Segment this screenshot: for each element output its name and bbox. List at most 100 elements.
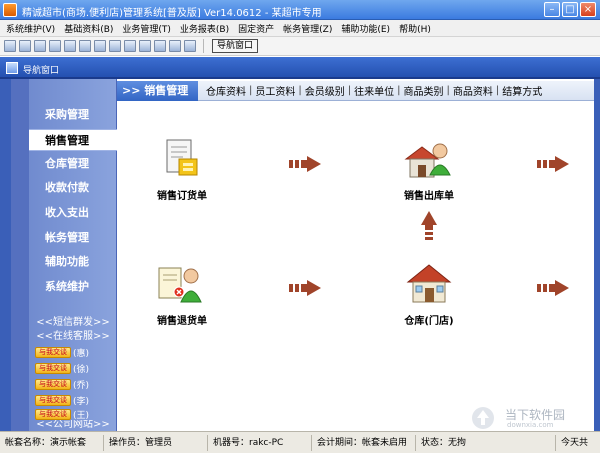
sms-link[interactable]: <<短信群发>> [29, 313, 117, 328]
qq-contact[interactable]: 与我交谈 (惠) [35, 345, 89, 359]
sidebar-item-system[interactable]: 系统维护 [29, 276, 117, 298]
link-separator: | [249, 85, 253, 96]
link-warehouse-data[interactable]: 仓库资料 [206, 83, 246, 98]
menu-business[interactable]: 业务管理(T) [122, 22, 171, 35]
window-title: 精诚超市(商场.便利店)管理系统[普及版] Ver14.0612 - 某超市专用 [22, 8, 322, 19]
quick-links-bar: 仓库资料 | 员工资料 | 会员级别 | 往来单位 | 商品类别 | 商品资料 … [198, 81, 594, 101]
arrow-right-icon [289, 280, 321, 296]
nav-window-button[interactable]: 导航窗口 [212, 39, 259, 53]
toolbar-new-icon[interactable] [4, 40, 16, 52]
watermark-subtitle: downxia.com [507, 421, 554, 429]
sales-order-label: 销售订货单 [157, 191, 207, 202]
qq-chat-icon: 与我交谈 [35, 362, 71, 374]
toolbar-help-icon[interactable] [169, 40, 181, 52]
link-employee-data[interactable]: 员工资料 [255, 83, 295, 98]
menu-auxiliary[interactable]: 辅助功能(E) [341, 22, 390, 35]
link-separator: | [397, 85, 401, 96]
qq-contact[interactable]: 与我交谈 (乔) [35, 377, 89, 391]
link-settlement[interactable]: 结算方式 [502, 83, 542, 98]
nav-window-header: 导航窗口 [0, 57, 600, 79]
toolbar-exit-icon[interactable] [184, 40, 196, 52]
sidebar-item-income[interactable]: 收入支出 [29, 202, 117, 224]
sales-outbound-label: 销售出库单 [404, 191, 454, 202]
sidebar-item-payments[interactable]: 收款付款 [29, 177, 117, 199]
module-sales-return[interactable]: 销售退货单 [142, 262, 222, 327]
menu-fixed-assets[interactable]: 固定资产 [238, 22, 274, 35]
link-product-data[interactable]: 商品资料 [453, 83, 493, 98]
qq-contact[interactable]: 与我交谈 (李) [35, 393, 89, 407]
sales-order-icon [166, 139, 198, 176]
link-partners[interactable]: 往来单位 [354, 83, 394, 98]
sidebar-item-sales[interactable]: 销售管理 [29, 129, 117, 151]
qq-contact[interactable]: 与我交谈 (徐) [35, 361, 89, 375]
link-separator: | [347, 85, 352, 96]
toolbar-users-icon[interactable] [94, 40, 106, 52]
status-bar: 帐套名称：演示帐套 操作员：管理员 机器号：rakc-PC 会计期间：帐套未启用… [0, 431, 600, 453]
status-period: 会计期间：帐套未启用 [312, 434, 416, 451]
status-today: 今天共 [561, 437, 589, 448]
qq-contact-name: (王) [73, 410, 90, 421]
watermark-logo-icon [472, 407, 494, 429]
sidebar-strip [11, 79, 29, 431]
toolbar-edit-icon[interactable] [64, 40, 76, 52]
module-sales-order[interactable]: 销售订货单 [142, 137, 222, 202]
link-separator: | [446, 85, 450, 96]
maximize-button[interactable]: □ [562, 2, 578, 17]
toolbar-report-icon[interactable] [109, 40, 121, 52]
qq-chat-icon: 与我交谈 [35, 378, 71, 390]
toolbar-save-icon[interactable] [139, 40, 151, 52]
qq-contact[interactable]: 与我交谈 (王) [35, 407, 89, 421]
toolbar-transfer-icon[interactable] [79, 40, 91, 52]
nav-window-icon [6, 62, 18, 74]
toolbar-separator [203, 39, 204, 53]
warehouse-icon [406, 264, 452, 303]
menu-help[interactable]: 帮助(H) [399, 22, 431, 35]
toolbar-document-icon[interactable] [49, 40, 61, 52]
arrow-right-icon [537, 280, 569, 296]
sidebar-item-auxiliary[interactable]: 辅助功能 [29, 251, 117, 273]
status-operator: 操作员：管理员 [104, 434, 208, 451]
link-product-category[interactable]: 商品类别 [404, 83, 444, 98]
online-service-link[interactable]: <<在线客服>> [29, 327, 117, 342]
toolbar-window-icon[interactable] [34, 40, 46, 52]
module-warehouse[interactable]: 仓库(门店) [389, 262, 469, 327]
menu-bar: 系统维护(V) 基础资料(B) 业务管理(T) 业务报表(B) 固定资产 帐务管… [0, 20, 600, 37]
status-state: 状态：无拘 [416, 434, 556, 451]
toolbar: 导航窗口 [0, 37, 600, 56]
sales-return-label: 销售退货单 [157, 316, 207, 327]
toolbar-print-icon[interactable] [154, 40, 166, 52]
sales-return-icon [158, 267, 202, 303]
status-account: 帐套名称：演示帐套 [0, 434, 104, 451]
sidebar-item-warehouse[interactable]: 仓库管理 [29, 153, 117, 175]
company-site-link[interactable]: <<公司网站>> [29, 420, 117, 431]
watermark: 当下软件园 downxia.com [467, 406, 587, 430]
sidebar: 采购管理 销售管理 仓库管理 收款付款 收入支出 帐务管理 辅助功能 系统维护 … [11, 79, 117, 431]
minimize-button[interactable]: – [544, 2, 560, 17]
app-icon [3, 3, 17, 17]
menu-reports[interactable]: 业务报表(B) [180, 22, 229, 35]
menu-basic-data[interactable]: 基础资料(B) [64, 22, 113, 35]
title-bar: 精诚超市(商场.便利店)管理系统[普及版] Ver14.0612 - 某超市专用… [0, 0, 600, 20]
module-sales-outbound[interactable]: 销售出库单 [389, 137, 469, 202]
close-button[interactable]: × [580, 2, 596, 17]
sidebar-item-purchase[interactable]: 采购管理 [29, 104, 117, 126]
qq-contact-name: (乔) [73, 380, 90, 391]
menu-accounts[interactable]: 帐务管理(Z) [283, 22, 332, 35]
menu-system[interactable]: 系统维护(V) [6, 22, 55, 35]
arrow-up-icon [421, 211, 437, 240]
warehouse-label: 仓库(门店) [404, 316, 454, 327]
status-machine: 机器号：rakc-PC [208, 434, 312, 451]
qq-contact-name: (徐) [73, 364, 90, 375]
arrow-right-icon [289, 156, 321, 172]
link-separator: | [298, 85, 302, 96]
toolbar-chart-icon[interactable] [124, 40, 136, 52]
link-member-level[interactable]: 会员级别 [305, 83, 345, 98]
toolbar-list-icon[interactable] [19, 40, 31, 52]
qq-contact-name: (李) [73, 396, 90, 407]
main-panel: >> 销售管理 仓库资料 | 员工资料 | 会员级别 | 往来单位 | 商品类别… [117, 79, 594, 431]
sidebar-item-accounts[interactable]: 帐务管理 [29, 227, 117, 249]
qq-contact-name: (惠) [73, 348, 90, 359]
section-title: >> 销售管理 [117, 81, 198, 101]
frame-left [0, 79, 11, 431]
sales-outbound-icon [404, 143, 451, 178]
